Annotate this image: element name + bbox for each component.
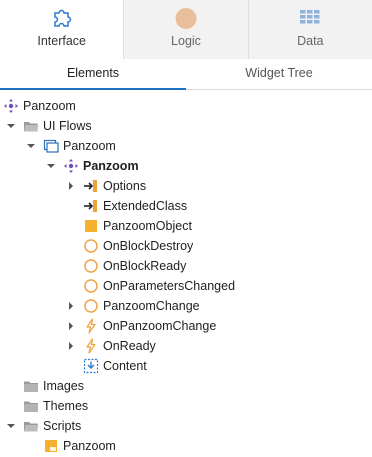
tree-item-scripts[interactable]: Scripts bbox=[0, 416, 372, 436]
tree-item-extendedclass[interactable]: ExtendedClass bbox=[0, 196, 372, 216]
mode-tabs: Interface Logic Data bbox=[0, 0, 372, 59]
tree-item-label: OnParametersChanged bbox=[103, 279, 236, 293]
tree-item-label: ExtendedClass bbox=[103, 199, 188, 213]
tree-item-panzoomobject[interactable]: PanzoomObject bbox=[0, 216, 372, 236]
tree-item-options[interactable]: Options bbox=[0, 176, 372, 196]
tree-item-label: Images bbox=[43, 379, 84, 393]
folder-icon bbox=[24, 381, 38, 392]
module-icon bbox=[4, 99, 18, 113]
tree-item-panzoom-module[interactable]: Panzoom bbox=[0, 96, 372, 116]
tree-item-label: OnBlockDestroy bbox=[103, 239, 194, 253]
chevron-down-icon[interactable] bbox=[46, 161, 56, 171]
tree-item-label: Options bbox=[103, 179, 147, 193]
tree-item-images[interactable]: Images bbox=[0, 376, 372, 396]
chevron-down-icon[interactable] bbox=[26, 141, 36, 151]
tree-item-label: Panzoom bbox=[63, 139, 116, 153]
tree-item-onready[interactable]: OnReady bbox=[0, 336, 372, 356]
tab-logic[interactable]: Logic bbox=[123, 0, 248, 59]
tree-item-panzoom-block[interactable]: Panzoom bbox=[0, 156, 372, 176]
folder-open-icon bbox=[24, 122, 39, 132]
event-bolt-icon bbox=[86, 338, 96, 354]
logic-circle-icon bbox=[175, 8, 197, 29]
event-bolt-icon bbox=[86, 318, 96, 334]
tree-item-content[interactable]: Content bbox=[0, 356, 372, 376]
input-parameter-icon bbox=[84, 180, 97, 192]
tab-widget-tree[interactable]: Widget Tree bbox=[186, 59, 372, 89]
element-tree: Panzoom UI Flows Panzoom Panzoom Options bbox=[0, 96, 372, 456]
tree-item-ui-flows[interactable]: UI Flows bbox=[0, 116, 372, 136]
chevron-down-icon[interactable] bbox=[6, 421, 16, 431]
chevron-right-icon[interactable] bbox=[66, 181, 76, 191]
tab-data[interactable]: Data bbox=[247, 0, 372, 59]
tree-item-onparameterschanged[interactable]: OnParametersChanged bbox=[0, 276, 372, 296]
folder-open-icon bbox=[24, 422, 39, 432]
chevron-right-icon[interactable] bbox=[66, 341, 76, 351]
tree-item-label: UI Flows bbox=[43, 119, 92, 133]
tree-item-panzoomchange[interactable]: PanzoomChange bbox=[0, 296, 372, 316]
chevron-right-icon[interactable] bbox=[66, 301, 76, 311]
tree-item-label: Panzoom bbox=[23, 99, 76, 113]
tab-logic-label: Logic bbox=[171, 34, 201, 48]
input-parameter-icon bbox=[84, 200, 97, 212]
action-circle-icon bbox=[84, 299, 98, 313]
subtabs: Elements Widget Tree bbox=[0, 59, 372, 90]
action-circle-icon bbox=[84, 279, 98, 293]
placeholder-icon bbox=[83, 358, 99, 374]
tree-item-label: Panzoom bbox=[63, 439, 116, 453]
tab-interface[interactable]: Interface bbox=[0, 0, 124, 59]
tree-item-label: OnPanzoomChange bbox=[103, 319, 217, 333]
action-circle-icon bbox=[84, 239, 98, 253]
tree-item-label: Panzoom bbox=[83, 159, 139, 173]
tree-item-onpanzoomchange[interactable]: OnPanzoomChange bbox=[0, 316, 372, 336]
chevron-down-icon[interactable] bbox=[6, 121, 16, 131]
tree-item-label: Content bbox=[103, 359, 147, 373]
folder-icon bbox=[24, 401, 38, 412]
action-circle-icon bbox=[84, 259, 98, 273]
chevron-right-icon[interactable] bbox=[66, 321, 76, 331]
tree-item-label: Scripts bbox=[43, 419, 82, 433]
tree-item-panzoom-script[interactable]: Panzoom bbox=[0, 436, 372, 456]
uiflow-icon bbox=[43, 139, 59, 153]
block-icon bbox=[64, 159, 78, 173]
local-variable-icon bbox=[85, 220, 97, 232]
tree-item-label: PanzoomChange bbox=[103, 299, 200, 313]
script-js-icon bbox=[45, 440, 57, 452]
tree-item-label: PanzoomObject bbox=[103, 219, 192, 233]
tree-item-label: OnReady bbox=[103, 339, 156, 353]
tab-elements[interactable]: Elements bbox=[0, 59, 186, 90]
tree-item-onblockdestroy[interactable]: OnBlockDestroy bbox=[0, 236, 372, 256]
tab-data-label: Data bbox=[297, 34, 324, 48]
tree-item-panzoom-flow[interactable]: Panzoom bbox=[0, 136, 372, 156]
grid-icon bbox=[300, 10, 320, 24]
tree-item-themes[interactable]: Themes bbox=[0, 396, 372, 416]
puzzle-icon bbox=[53, 9, 71, 27]
tree-item-onblockready[interactable]: OnBlockReady bbox=[0, 256, 372, 276]
tab-interface-label: Interface bbox=[37, 34, 86, 48]
tree-item-label: Themes bbox=[43, 399, 89, 413]
tree-item-label: OnBlockReady bbox=[103, 259, 187, 273]
